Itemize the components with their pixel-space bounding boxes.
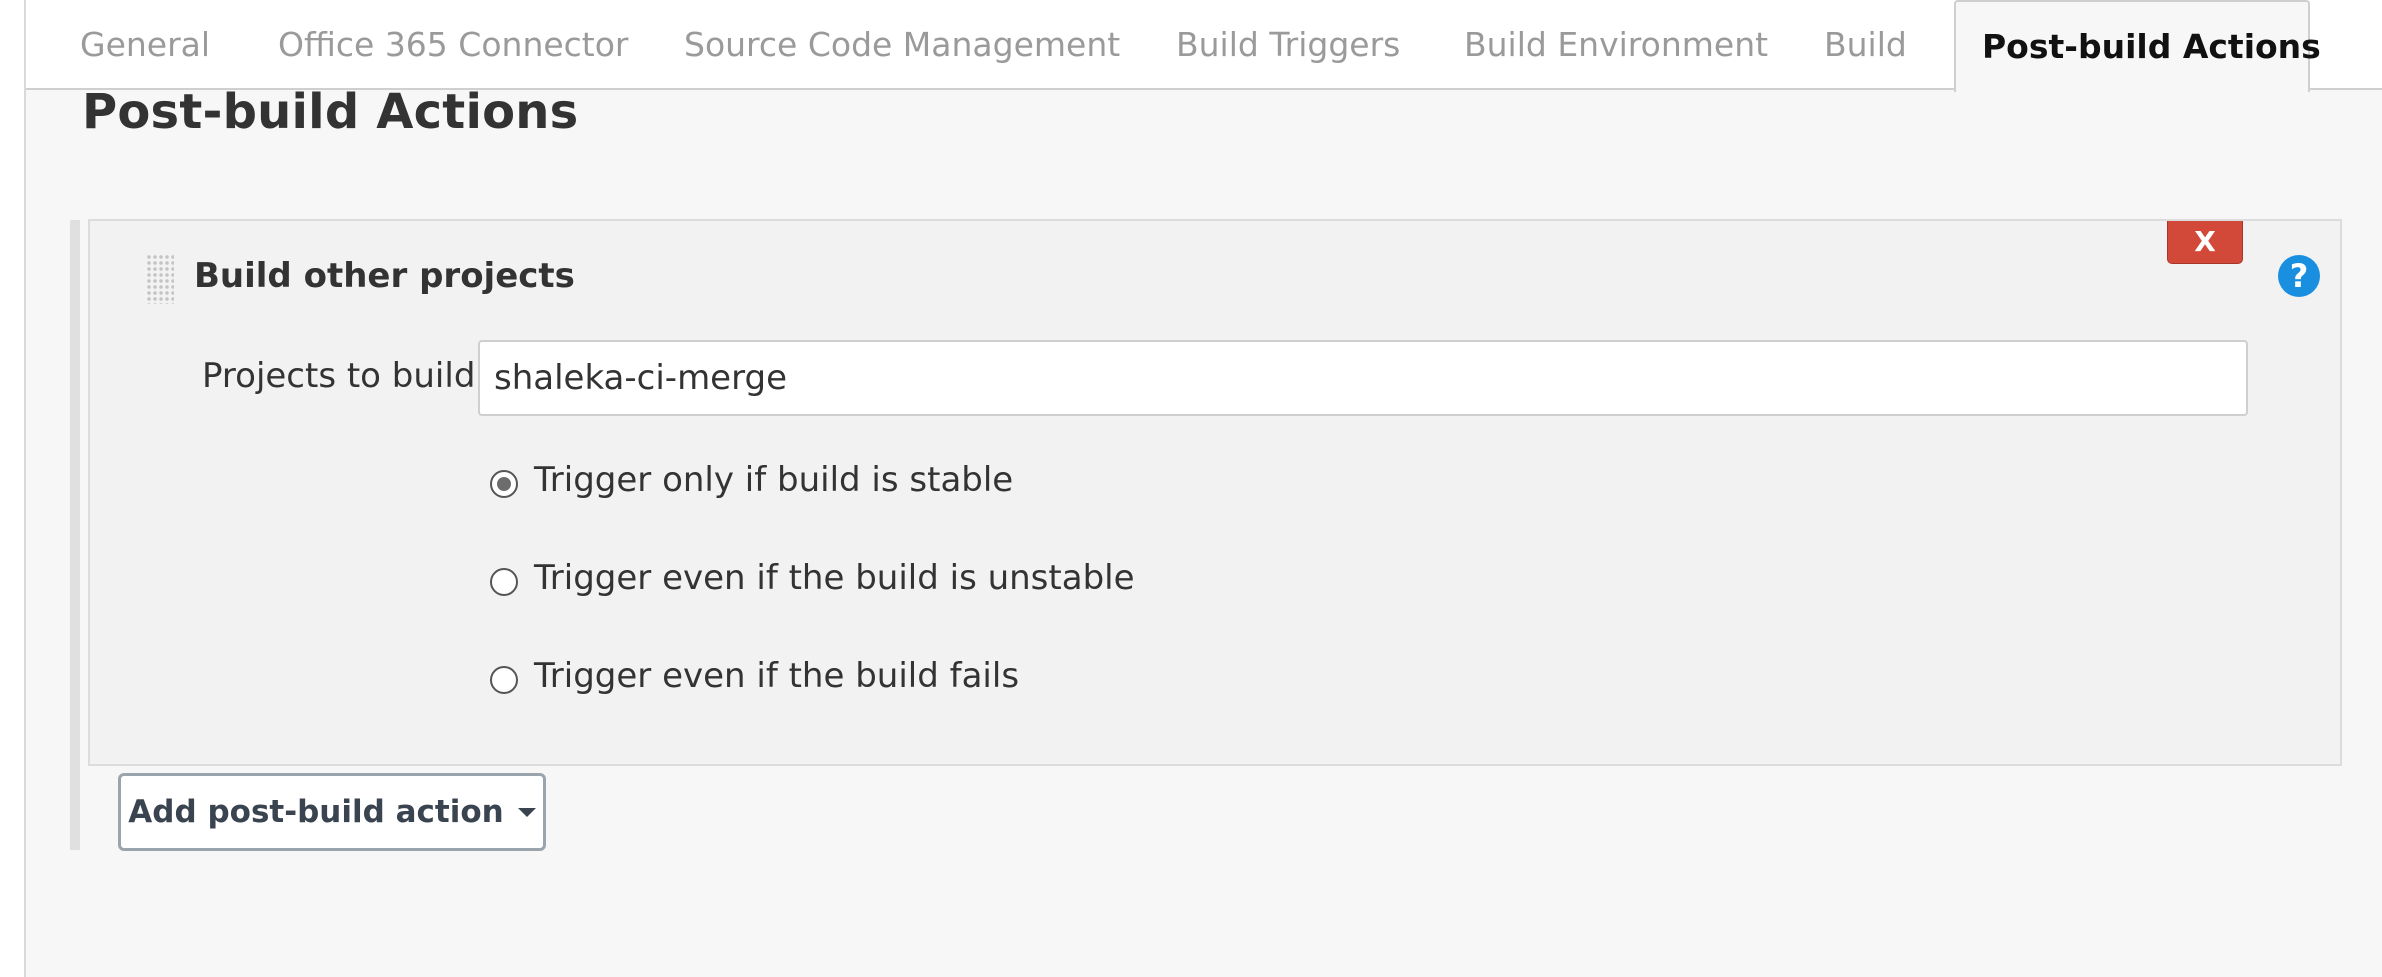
tab-source-code-management[interactable]: Source Code Management: [684, 0, 1120, 90]
section-title: Post-build Actions: [82, 84, 579, 140]
projects-to-build-label: Projects to build: [202, 356, 476, 396]
radio-label-trigger-stable: Trigger only if build is stable: [534, 460, 1014, 500]
section-left-rule: [70, 220, 80, 850]
projects-to-build-input[interactable]: [478, 340, 2248, 416]
tab-general[interactable]: General: [80, 0, 210, 90]
trigger-stable-option[interactable]: Trigger only if build is stable: [490, 455, 1013, 505]
radio-trigger-fails[interactable]: [490, 666, 518, 694]
radio-trigger-stable[interactable]: [490, 470, 518, 498]
job-config-page: General Office 365 Connector Source Code…: [24, 0, 2382, 977]
radio-trigger-unstable[interactable]: [490, 568, 518, 596]
chevron-down-icon: [517, 807, 536, 817]
config-tab-bar: General Office 365 Connector Source Code…: [26, 0, 2382, 92]
add-post-build-action-label: Add post-build action: [128, 794, 504, 830]
tab-build-environment[interactable]: Build Environment: [1464, 0, 1768, 90]
tab-build-triggers[interactable]: Build Triggers: [1176, 0, 1400, 90]
build-other-projects-panel: [88, 219, 2342, 766]
trigger-fails-option[interactable]: Trigger even if the build fails: [490, 651, 1019, 701]
tab-post-build-actions[interactable]: Post-build Actions: [1954, 0, 2321, 92]
delete-action-button[interactable]: X: [2167, 221, 2243, 264]
trigger-unstable-option[interactable]: Trigger even if the build is unstable: [490, 553, 1135, 603]
add-post-build-action-button[interactable]: Add post-build action: [118, 773, 546, 851]
tab-office-365-connector[interactable]: Office 365 Connector: [278, 0, 629, 90]
drag-handle-icon[interactable]: [146, 254, 174, 304]
panel-title: Build other projects: [194, 256, 575, 296]
help-icon[interactable]: ?: [2278, 255, 2320, 297]
radio-label-trigger-unstable: Trigger even if the build is unstable: [534, 558, 1135, 598]
radio-label-trigger-fails: Trigger even if the build fails: [534, 656, 1020, 696]
tab-build[interactable]: Build: [1824, 0, 1907, 90]
